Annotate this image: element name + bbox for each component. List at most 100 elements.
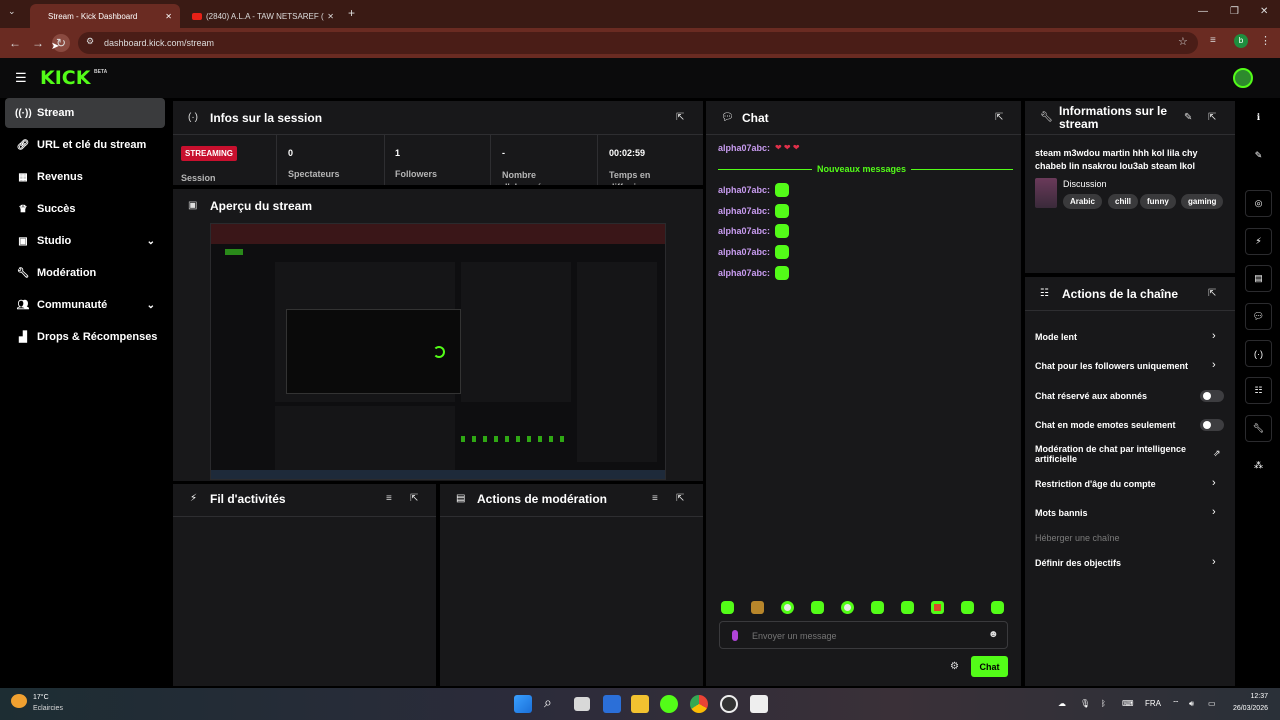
sidebar-item-communaute[interactable]: 👥︎ Communauté ⌄: [5, 290, 165, 320]
tab-youtube[interactable]: (2840) A.L.A - TAW NETSAREF ( ✕: [182, 4, 342, 28]
sidebar-item-drops[interactable]: ▟ Drops & Récompenses: [5, 322, 165, 352]
document-icon[interactable]: ▤: [1245, 265, 1272, 292]
emote-icon[interactable]: [781, 601, 794, 614]
bluetooth-icon[interactable]: ᛒ: [1101, 699, 1106, 708]
tag-badge[interactable]: gaming: [1181, 194, 1224, 209]
battery-icon[interactable]: ▭: [1208, 699, 1216, 708]
emotes-only-toggle[interactable]: [1200, 419, 1224, 431]
sidebar-item-studio[interactable]: ▣ Studio ⌄: [5, 226, 165, 256]
emote-icon[interactable]: [931, 601, 944, 614]
chat-settings-gear-icon[interactable]: ⚙: [950, 661, 959, 672]
category-thumbnail[interactable]: [1035, 178, 1057, 208]
chevron-right-icon[interactable]: ›: [1212, 359, 1216, 371]
tab-kick-dashboard[interactable]: Stream - Kick Dashboard ✕: [30, 4, 180, 28]
tag-badge[interactable]: chill: [1108, 194, 1139, 209]
steam-icon[interactable]: [720, 695, 738, 713]
site-info-icon[interactable]: ⚙: [86, 36, 94, 47]
keyboard-icon[interactable]: ⌨: [1122, 699, 1134, 708]
action-set-goals[interactable]: Définir des objectifs: [1035, 558, 1121, 568]
language-indicator[interactable]: FRA: [1145, 699, 1161, 708]
close-icon[interactable]: ✕: [165, 12, 172, 21]
emote-icon[interactable]: [871, 601, 884, 614]
weather-icon[interactable]: [11, 694, 27, 708]
profile-avatar[interactable]: b: [1234, 34, 1248, 48]
emote-icon[interactable]: [811, 601, 824, 614]
emote-icon[interactable]: [721, 601, 734, 614]
forward-button[interactable]: →: [29, 34, 47, 52]
emote-icon[interactable]: [751, 601, 764, 614]
action-banned-words[interactable]: Mots bannis: [1035, 508, 1088, 518]
popout-icon[interactable]: ⇱: [1208, 112, 1216, 123]
chat-message-input[interactable]: [752, 627, 972, 644]
close-icon[interactable]: ✕: [327, 12, 334, 21]
chevron-right-icon[interactable]: ›: [1212, 477, 1216, 489]
wrench-icon[interactable]: 🔧︎: [1245, 415, 1272, 442]
wifi-icon[interactable]: ⌔: [1172, 699, 1180, 709]
chat-input-box[interactable]: ☻: [719, 621, 1008, 649]
chat-username[interactable]: alpha07abc:: [718, 268, 770, 278]
preview-toggle-icon[interactable]: ◎: [1245, 190, 1272, 217]
sidebar-item-stream[interactable]: ((·)) Stream: [5, 98, 165, 128]
action-slow-mode[interactable]: Mode lent: [1035, 332, 1077, 342]
popout-icon[interactable]: ⇱: [1208, 288, 1216, 299]
category-name[interactable]: Discussion: [1063, 179, 1107, 189]
clock-time[interactable]: 12:37: [1236, 693, 1268, 700]
tag-badge[interactable]: Arabic: [1063, 194, 1102, 209]
broadcast-icon[interactable]: (·): [1245, 340, 1272, 367]
send-chat-button[interactable]: Chat: [971, 656, 1008, 677]
filter-icon[interactable]: ≡: [652, 493, 658, 504]
popout-icon[interactable]: ⇱: [410, 493, 418, 504]
menu-kebab-icon[interactable]: ⋮: [1260, 34, 1271, 47]
window-close-button[interactable]: ✕: [1260, 6, 1268, 17]
chat-username[interactable]: alpha07abc:: [718, 247, 770, 257]
minimize-button[interactable]: —: [1198, 6, 1208, 17]
app-icon[interactable]: [750, 695, 768, 713]
chevron-right-icon[interactable]: ›: [1212, 556, 1216, 568]
emote-icon[interactable]: [901, 601, 914, 614]
search-icon[interactable]: ⌕: [544, 694, 552, 711]
bookmark-star-icon[interactable]: ☆: [1178, 35, 1188, 48]
emoji-picker-icon[interactable]: ☻: [988, 629, 999, 640]
chat-username[interactable]: alpha07abc:: [718, 226, 770, 236]
microphone-tray-icon[interactable]: 🎙︎: [1080, 699, 1090, 708]
widgets-icon[interactable]: ⁂: [1245, 452, 1272, 479]
edit-pencil-icon[interactable]: ✎: [1245, 142, 1272, 169]
action-age-restriction[interactable]: Restriction d'âge du compte: [1035, 479, 1156, 489]
popout-icon[interactable]: ⇱: [995, 112, 1003, 123]
popout-icon[interactable]: ⇱: [676, 493, 684, 504]
chevron-right-icon[interactable]: ›: [1212, 330, 1216, 342]
popout-icon[interactable]: ⇱: [676, 112, 684, 123]
emote-icon[interactable]: [991, 601, 1004, 614]
external-link-icon[interactable]: ⇗: [1213, 448, 1221, 459]
back-button[interactable]: ←: [6, 34, 24, 52]
subscribers-only-toggle[interactable]: [1200, 390, 1224, 402]
restore-button[interactable]: ❐: [1230, 6, 1239, 17]
chat-username[interactable]: alpha07abc:: [718, 206, 770, 216]
new-tab-button[interactable]: +: [348, 6, 355, 20]
user-avatar[interactable]: [1233, 68, 1253, 88]
hamburger-menu-icon[interactable]: ☰: [15, 70, 27, 86]
kick-logo[interactable]: KICK: [40, 67, 90, 89]
filter-icon[interactable]: ≡: [386, 493, 392, 504]
chat-bubble-icon[interactable]: 💬︎: [1245, 303, 1272, 330]
channel-settings-icon[interactable]: ☷: [1245, 377, 1272, 404]
task-view-icon[interactable]: [574, 697, 590, 711]
chrome-icon[interactable]: [690, 695, 708, 713]
chat-username[interactable]: alpha07abc:: [718, 185, 770, 195]
stream-preview-video[interactable]: [210, 223, 666, 480]
action-followers-only[interactable]: Chat pour les followers uniquement: [1035, 361, 1188, 371]
emote-icon[interactable]: [841, 601, 854, 614]
chevron-right-icon[interactable]: ›: [1212, 506, 1216, 518]
chat-username[interactable]: alpha07abc:: [718, 143, 770, 153]
sidebar-item-succes[interactable]: ♛ Succès: [5, 194, 165, 224]
sidebar-item-url-key[interactable]: 🔗︎ URL et clé du stream: [5, 130, 165, 160]
tag-badge[interactable]: funny: [1140, 194, 1176, 209]
lightning-icon[interactable]: ⚡︎: [1245, 228, 1272, 255]
clock-date[interactable]: 26/03/2026: [1226, 705, 1268, 712]
microphone-icon[interactable]: [732, 630, 738, 641]
windows-start-icon[interactable]: [514, 695, 532, 713]
cloud-icon[interactable]: ☁: [1058, 699, 1066, 708]
tab-list-icon[interactable]: ⌄: [8, 6, 16, 17]
utorrent-icon[interactable]: [660, 695, 678, 713]
action-ai-moderation[interactable]: Modération de chat par intelligence arti…: [1035, 444, 1205, 464]
